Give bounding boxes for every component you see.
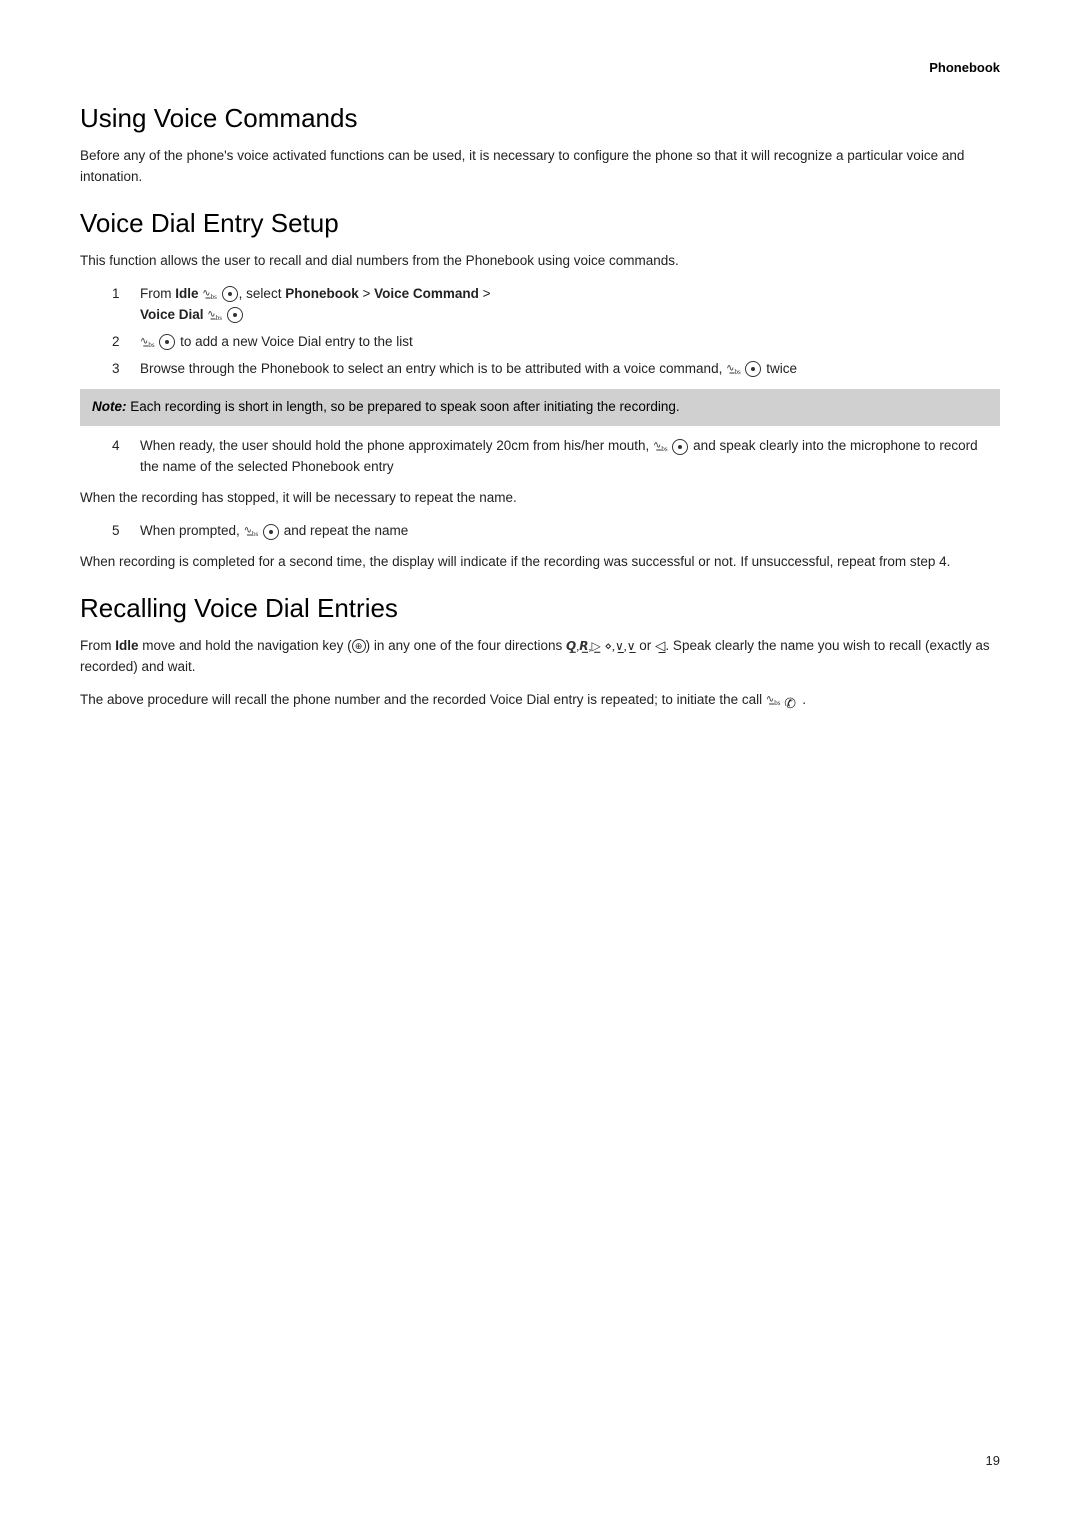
section-title-voice-dial-entry-setup: Voice Dial Entry Setup xyxy=(80,208,1000,239)
circle-dot-icon-5 xyxy=(672,439,688,455)
voice-dial-entry-setup-intro: This function allows the user to recall … xyxy=(80,251,1000,272)
step-4-content: When ready, the user should hold the pho… xyxy=(140,436,1000,478)
signal-icon-1: ∿̲bs xyxy=(202,286,217,303)
note-text: Each recording is short in length, so be… xyxy=(130,399,679,414)
nav-icon: ⊕ xyxy=(352,639,366,653)
steps-list-3: 5 When prompted, ∿̲bs and repeat the nam… xyxy=(112,521,1000,542)
circle-dot-icon-1 xyxy=(222,286,238,302)
recalling-bold-idle: Idle xyxy=(115,638,138,653)
page-header: Phonebook xyxy=(80,60,1000,75)
signal-icon-4: ∿̲bs xyxy=(726,361,741,378)
steps-list-1: 1 From Idle ∿̲bs , select Phonebook > Vo… xyxy=(112,284,1000,380)
circle-dot-icon-3 xyxy=(159,334,175,350)
step-1-content: From Idle ∿̲bs , select Phonebook > Voic… xyxy=(140,284,1000,326)
step-5-num: 5 xyxy=(112,521,130,542)
step-2-content: ∿̲bs to add a new Voice Dial entry to th… xyxy=(140,332,1000,353)
using-voice-commands-section: Using Voice Commands Before any of the p… xyxy=(80,103,1000,188)
steps-list-2: 4 When ready, the user should hold the p… xyxy=(112,436,1000,478)
step-2: 2 ∿̲bs to add a new Voice Dial entry to … xyxy=(112,332,1000,353)
step-1-bold-idle: Idle xyxy=(175,286,198,301)
recalling-para-2: The above procedure will recall the phon… xyxy=(80,690,1000,711)
using-voice-commands-intro: Before any of the phone's voice activate… xyxy=(80,146,1000,188)
circle-dot-icon-2 xyxy=(227,307,243,323)
step-5-content: When prompted, ∿̲bs and repeat the name xyxy=(140,521,1000,542)
recalling-voice-dial-section: Recalling Voice Dial Entries From Idle m… xyxy=(80,593,1000,711)
section-title-using-voice-commands: Using Voice Commands xyxy=(80,103,1000,134)
direction-icons: 𝙌̲,𝙍̲,▷̲ xyxy=(566,639,601,653)
section-title-recalling: Recalling Voice Dial Entries xyxy=(80,593,1000,624)
signal-icon-6: ∿̲bs xyxy=(244,523,259,540)
circle-dot-icon-4 xyxy=(745,361,761,377)
step-1: 1 From Idle ∿̲bs , select Phonebook > Vo… xyxy=(112,284,1000,326)
after-text: When recording is completed for a second… xyxy=(80,552,1000,573)
step-4-num: 4 xyxy=(112,436,130,457)
signal-icon-2: ∿̲bs xyxy=(207,307,222,324)
circle-dot-icon-6 xyxy=(263,524,279,540)
step-1-bold-voice-dial: Voice Dial xyxy=(140,307,204,322)
signal-icon-3: ∿̲bs xyxy=(140,334,155,351)
step-2-num: 2 xyxy=(112,332,130,353)
step-4: 4 When ready, the user should hold the p… xyxy=(112,436,1000,478)
step-3-content: Browse through the Phonebook to select a… xyxy=(140,359,1000,380)
section-label: Phonebook xyxy=(929,60,1000,75)
page-number: 19 xyxy=(986,1453,1000,1468)
page: Phonebook Using Voice Commands Before an… xyxy=(0,0,1080,1528)
step-1-bold-voice-command: Voice Command xyxy=(374,286,479,301)
recalling-para-1: From Idle move and hold the navigation k… xyxy=(80,636,1000,678)
step-3: 3 Browse through the Phonebook to select… xyxy=(112,359,1000,380)
step-3-num: 3 xyxy=(112,359,130,380)
signal-icon-7: ∿̲bs xyxy=(766,692,781,709)
phone-icon: ✆ xyxy=(784,693,802,707)
step-5: 5 When prompted, ∿̲bs and repeat the nam… xyxy=(112,521,1000,542)
signal-icon-5: ∿̲bs xyxy=(653,438,668,455)
direction-text: ⋄,∨̲,∨̲ xyxy=(604,639,635,653)
step-1-bold-phonebook: Phonebook xyxy=(285,286,359,301)
note-label: Note: xyxy=(92,399,127,414)
voice-dial-entry-setup-section: Voice Dial Entry Setup This function all… xyxy=(80,208,1000,573)
step-1-num: 1 xyxy=(112,284,130,305)
between-text: When the recording has stopped, it will … xyxy=(80,488,1000,509)
note-box: Note: Each recording is short in length,… xyxy=(80,389,1000,426)
